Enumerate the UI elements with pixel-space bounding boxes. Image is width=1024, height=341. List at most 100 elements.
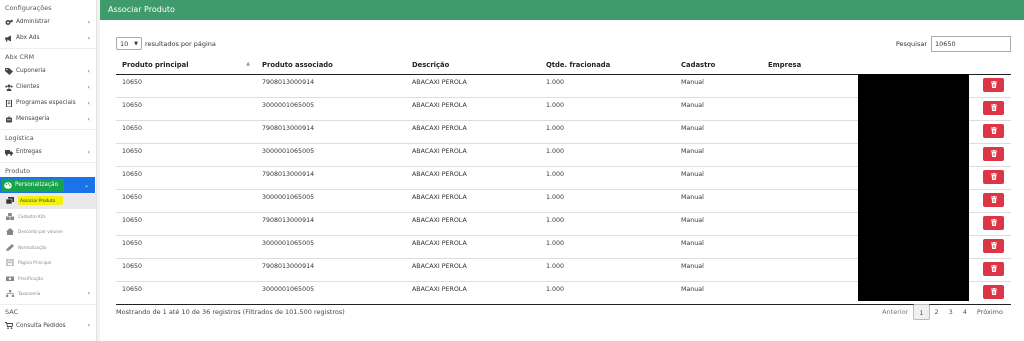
main-content: Associar Produto 10 ▼ resultados por pág…: [100, 0, 1024, 341]
pagination-page[interactable]: 1: [913, 304, 930, 320]
submenu-item-pagina-principal[interactable]: Página Principal: [0, 255, 96, 271]
submenu-item-associar-produto[interactable]: Associar Produto: [0, 193, 96, 209]
chevron-left-icon: ‹: [87, 290, 90, 298]
book-icon: [5, 99, 13, 107]
submenu-item-label: Cadastro Kits: [18, 213, 46, 219]
submenu-item-label: Precificação: [18, 275, 44, 281]
table-cell: ABACAXI PEROLA: [406, 97, 540, 121]
delete-button[interactable]: [983, 192, 1004, 207]
table-cell: 10650: [116, 74, 256, 98]
table-cell: 1.000: [540, 97, 675, 121]
delete-button[interactable]: [983, 146, 1004, 161]
chevron-left-icon: ‹: [87, 99, 90, 107]
sidebar-item-cuponeria[interactable]: Cuponeria ‹: [0, 63, 96, 79]
table-cell: 3000001065005: [256, 189, 406, 213]
submenu-item-cadastro-kits[interactable]: Cadastro Kits: [0, 209, 96, 225]
delete-button[interactable]: [983, 238, 1004, 253]
column-header[interactable]: Empresa: [762, 57, 917, 75]
pagination-page[interactable]: 2: [930, 304, 944, 320]
column-header[interactable]: Descrição: [406, 57, 540, 75]
sidebar-item-consulta-pedidos[interactable]: Consulta Pedidos ‹: [0, 318, 96, 334]
sidebar: Configurações Administrar ‹ Abx Ads ‹ Ab…: [0, 0, 97, 341]
sidebar-item-administrar[interactable]: Administrar ‹: [0, 14, 96, 30]
table-cell: 10650: [116, 189, 256, 213]
sidebar-item-abx-ads[interactable]: Abx Ads ‹: [0, 30, 96, 46]
column-header[interactable]: Cadastro: [675, 57, 762, 75]
trash-icon: [990, 81, 997, 88]
column-header[interactable]: Produto associado: [256, 57, 406, 75]
column-header[interactable]: Qtde. fracionada: [540, 57, 675, 75]
trash-icon: [990, 265, 997, 272]
pencil-icon: [6, 243, 15, 251]
table-cell: Manual: [675, 97, 762, 121]
table-cell: ABACAXI PEROLA: [406, 212, 540, 236]
table-cell: 10650: [116, 212, 256, 236]
submenu-item-label: Desconto por volume: [18, 229, 63, 235]
table-cell: 1.000: [540, 120, 675, 144]
table-cell: Manual: [675, 143, 762, 167]
sidebar-item-clientes[interactable]: Clientes ‹: [0, 79, 96, 95]
sidebar-item-personalizacao[interactable]: Personalização ⌄: [0, 177, 95, 193]
table-cell: 7908013000914: [256, 166, 406, 190]
table-cell: ABACAXI PEROLA: [406, 235, 540, 259]
table-cell: 3000001065005: [256, 143, 406, 167]
table-info: Mostrando de 1 até 10 de 36 registros (F…: [116, 308, 345, 316]
chevron-left-icon: ‹: [87, 34, 90, 42]
delete-button[interactable]: [983, 215, 1004, 230]
table-cell: 10650: [116, 258, 256, 282]
trash-icon: [990, 150, 997, 157]
delete-button[interactable]: [983, 77, 1004, 92]
column-header[interactable]: [917, 57, 1011, 75]
table-cell: ABACAXI PEROLA: [406, 143, 540, 167]
table-cell: ABACAXI PEROLA: [406, 189, 540, 213]
submenu-item-normalizacao[interactable]: Normalização: [0, 240, 96, 256]
submenu-item-desconto-por-volume[interactable]: Desconto por volume: [0, 224, 96, 240]
sidebar-item-label: Consulta Pedidos: [16, 322, 66, 329]
personalizacao-highlight: Personalização: [2, 178, 65, 192]
submenu-item-taxonomia[interactable]: Taxonomia ‹: [0, 286, 96, 302]
pagination-page[interactable]: 4: [958, 304, 972, 320]
table-cell: 1.000: [540, 281, 675, 305]
table-cell: 1.000: [540, 166, 675, 190]
sidebar-item-entregas[interactable]: Entregas ‹: [0, 144, 96, 160]
table-cell: Manual: [675, 212, 762, 236]
redacted-empresa-block: [858, 74, 969, 301]
delete-button[interactable]: [983, 261, 1004, 276]
users-icon: [5, 84, 13, 91]
delete-button[interactable]: [983, 100, 1004, 115]
trash-icon: [990, 196, 997, 203]
table-cell: 1.000: [540, 258, 675, 282]
table-cell: Manual: [675, 281, 762, 305]
table-cell: 10650: [116, 97, 256, 121]
table-cell: 7908013000914: [256, 212, 406, 236]
sidebar-item-programas-especiais[interactable]: Programas especiais ‹: [0, 95, 96, 111]
divider: [0, 162, 96, 163]
delete-button[interactable]: [983, 284, 1004, 299]
delete-button[interactable]: [983, 169, 1004, 184]
money-icon: [6, 275, 15, 282]
page-length-control: 10 ▼ resultados por página: [116, 37, 216, 50]
search-input[interactable]: 10650: [931, 36, 1011, 52]
chevron-left-icon: ‹: [87, 148, 90, 156]
section-title-logistica: Logística: [5, 134, 34, 142]
pagination-next[interactable]: Próximo: [972, 304, 1008, 320]
sidebar-item-mensageria[interactable]: Mensageria ‹: [0, 111, 96, 127]
delete-button[interactable]: [983, 123, 1004, 138]
table-cell: ABACAXI PEROLA: [406, 120, 540, 144]
sidebar-item-label: Mensageria: [16, 116, 50, 122]
robot-icon: [5, 115, 13, 123]
submenu-item-precificacao[interactable]: Precificação: [0, 271, 96, 287]
table-cell: 10650: [116, 281, 256, 305]
table-cell: ABACAXI PEROLA: [406, 74, 540, 98]
pagination-page[interactable]: 3: [944, 304, 958, 320]
search-label: Pesquisar: [895, 40, 927, 48]
cogs-icon: [5, 19, 13, 26]
submenu-item-label: Associar Produto: [18, 196, 64, 206]
pagination-prev[interactable]: Anterior: [877, 304, 913, 320]
column-header[interactable]: Produto principal ▲: [116, 57, 256, 75]
divider: [0, 48, 96, 49]
table-cell: 1.000: [540, 189, 675, 213]
table-cell: 1.000: [540, 212, 675, 236]
page-length-select[interactable]: 10 ▼: [116, 37, 142, 50]
boxes-icon: [6, 212, 15, 220]
